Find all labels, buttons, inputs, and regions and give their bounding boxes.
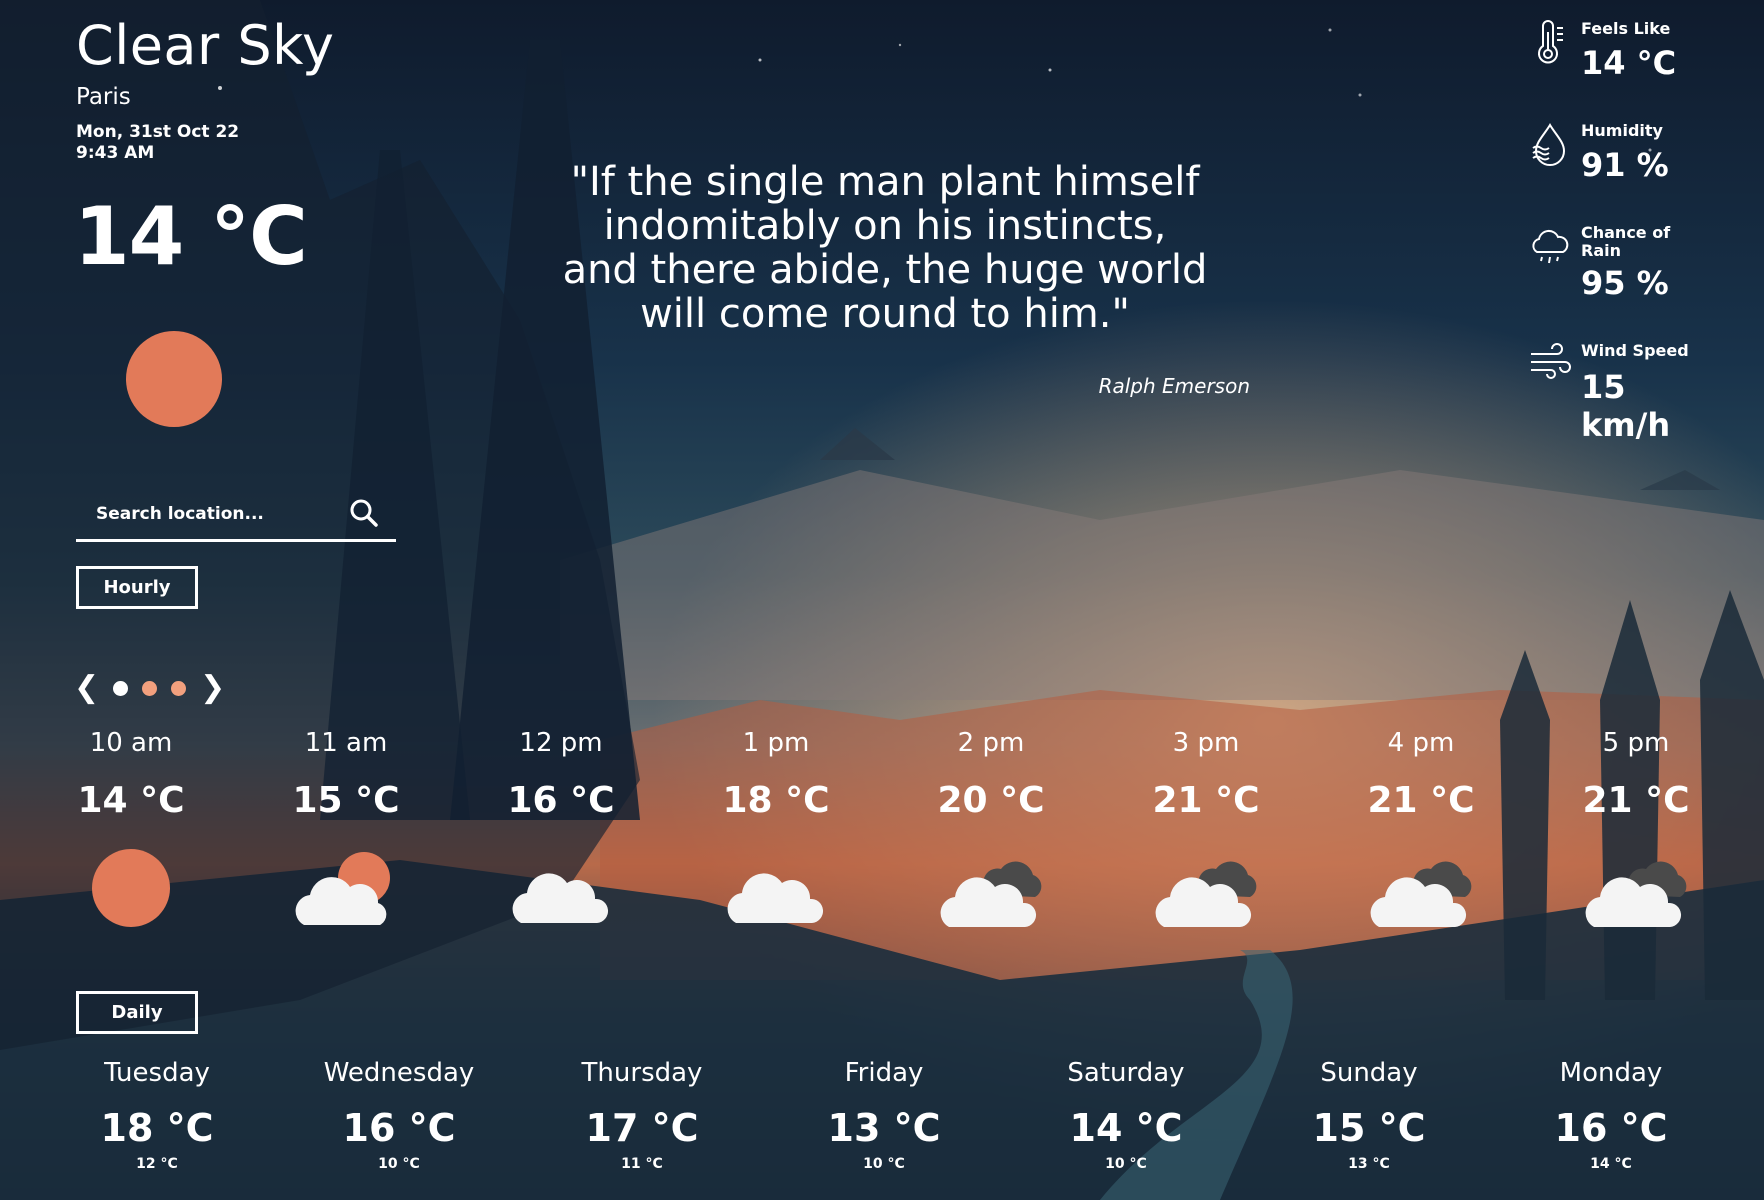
page-dot-2[interactable] (142, 680, 158, 696)
hourly-item: 1 pm 18 °C (686, 728, 866, 933)
hour-time: 5 pm (1602, 728, 1670, 758)
hourly-item: 5 pm 21 °C (1546, 728, 1726, 933)
page-dot-1[interactable] (113, 680, 129, 696)
day-name: Wednesday (323, 1058, 475, 1088)
hour-time: 11 am (304, 728, 388, 758)
current-temperature: 14 °C (74, 190, 308, 283)
hourly-item: 10 am 14 °C (41, 728, 221, 933)
hourly-pager: ❮ ❯ (74, 673, 225, 703)
daily-item: Saturday 14 °C 10 °C (1021, 1058, 1231, 1172)
metric-value: 91 % (1581, 146, 1669, 184)
metric-value: 15 km/h (1581, 368, 1671, 444)
cloudy-icon (1370, 861, 1472, 927)
quote-text: "If the single man plant himself indomit… (562, 159, 1208, 337)
sun-icon (92, 849, 170, 927)
cloudy-icon (940, 861, 1042, 927)
day-high-temp: 16 °C (1554, 1106, 1668, 1150)
search-bar (76, 487, 396, 542)
metric-label: Humidity (1581, 121, 1663, 140)
day-name: Sunday (1320, 1058, 1418, 1088)
day-name: Monday (1559, 1058, 1663, 1088)
hour-time: 4 pm (1387, 728, 1455, 758)
day-low-temp: 10 °C (863, 1156, 905, 1172)
hour-time: 12 pm (519, 728, 603, 758)
metric-label: Feels Like (1581, 19, 1671, 38)
day-low-temp: 14 °C (1590, 1156, 1632, 1172)
chevron-right-icon[interactable]: ❯ (200, 673, 225, 703)
hourly-item: 11 am 15 °C (256, 728, 436, 933)
day-high-temp: 18 °C (100, 1106, 214, 1150)
hour-temp: 21 °C (1152, 780, 1260, 821)
day-high-temp: 15 °C (1312, 1106, 1426, 1150)
metric-value: 14 °C (1581, 44, 1677, 82)
day-name: Saturday (1067, 1058, 1185, 1088)
quote-author: Ralph Emerson (1098, 374, 1250, 398)
daily-item: Wednesday 16 °C 10 °C (294, 1058, 504, 1172)
day-name: Thursday (581, 1058, 703, 1088)
cloudy-icon (1155, 861, 1257, 927)
hour-time: 10 am (89, 728, 173, 758)
current-date: Mon, 31st Oct 22 (76, 122, 240, 142)
hour-temp: 15 °C (292, 780, 400, 821)
hourly-item: 12 pm 16 °C (471, 728, 651, 933)
day-high-temp: 16 °C (342, 1106, 456, 1150)
day-high-temp: 13 °C (827, 1106, 941, 1150)
chevron-left-icon[interactable]: ❮ (74, 673, 99, 703)
sun-icon (126, 331, 222, 427)
day-low-temp: 13 °C (1348, 1156, 1390, 1172)
metric-label: Chance of Rain (1581, 223, 1671, 260)
wind-icon (1531, 343, 1571, 379)
hour-temp: 20 °C (937, 780, 1045, 821)
hour-temp: 21 °C (1582, 780, 1690, 821)
cloudy-icon (1585, 861, 1687, 927)
day-low-temp: 10 °C (1105, 1156, 1147, 1172)
hour-temp: 18 °C (722, 780, 830, 821)
hour-temp: 14 °C (77, 780, 185, 821)
thermometer-icon (1538, 20, 1563, 64)
hourly-button[interactable]: Hourly (76, 566, 198, 609)
daily-button[interactable]: Daily (76, 991, 198, 1034)
current-time: 9:43 AM (76, 143, 155, 163)
day-high-temp: 17 °C (585, 1106, 699, 1150)
search-icon[interactable] (348, 497, 380, 529)
metric-value: 95 % (1581, 264, 1669, 302)
day-low-temp: 12 °C (136, 1156, 178, 1172)
daily-item: Friday 13 °C 10 °C (779, 1058, 989, 1172)
humidity-icon (1532, 123, 1566, 166)
page-dot-3[interactable] (171, 680, 187, 696)
hour-time: 2 pm (957, 728, 1025, 758)
cloud-icon (512, 873, 609, 923)
hour-time: 3 pm (1172, 728, 1240, 758)
day-high-temp: 14 °C (1069, 1106, 1183, 1150)
search-input[interactable] (76, 495, 358, 533)
hourly-item: 4 pm 21 °C (1331, 728, 1511, 933)
daily-item: Sunday 15 °C 13 °C (1264, 1058, 1474, 1172)
cloud-icon (727, 873, 824, 923)
day-name: Friday (844, 1058, 924, 1088)
daily-item: Tuesday 18 °C 12 °C (52, 1058, 262, 1172)
cloud-sun-icon (295, 852, 390, 925)
daily-item: Monday 16 °C 14 °C (1506, 1058, 1716, 1172)
hourly-item: 3 pm 21 °C (1116, 728, 1296, 933)
daily-item: Thursday 17 °C 11 °C (537, 1058, 747, 1172)
rain-cloud-icon (1532, 229, 1569, 264)
day-low-temp: 10 °C (378, 1156, 420, 1172)
metric-label: Wind Speed (1581, 341, 1689, 360)
day-low-temp: 11 °C (621, 1156, 663, 1172)
hour-time: 1 pm (742, 728, 810, 758)
hour-temp: 16 °C (507, 780, 615, 821)
hour-temp: 21 °C (1367, 780, 1475, 821)
city-name: Paris (76, 84, 131, 110)
hourly-item: 2 pm 20 °C (901, 728, 1081, 933)
day-name: Tuesday (104, 1058, 210, 1088)
condition-title: Clear Sky (76, 14, 335, 77)
